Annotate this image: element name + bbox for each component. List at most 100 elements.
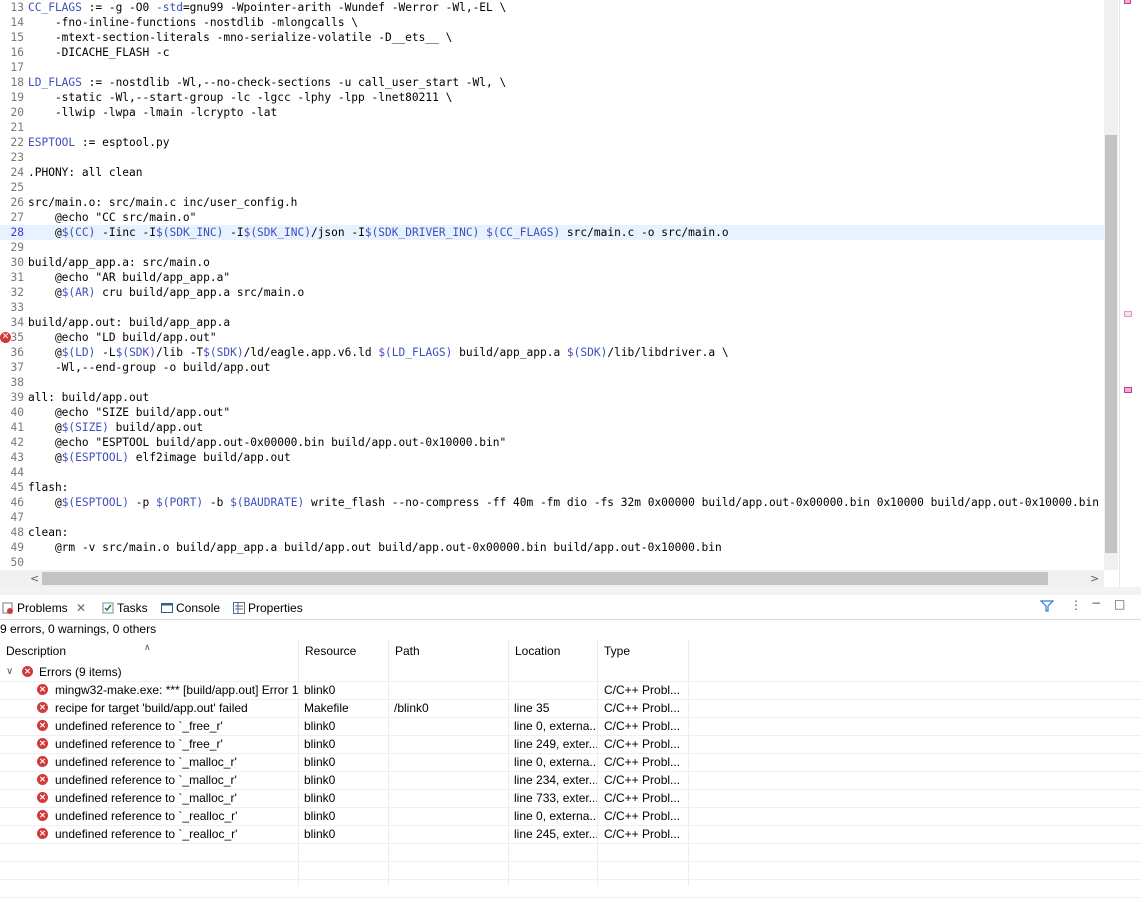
code-line[interactable]: 42 @echo "ESPTOOL build/app.out-0x00000.… [0, 435, 1104, 450]
problems-icon [2, 601, 14, 614]
tab-console[interactable]: Console [161, 599, 220, 617]
expand-chevron-icon[interactable]: ∨ [6, 663, 13, 681]
code-line[interactable]: 50 [0, 555, 1104, 570]
table-row[interactable]: ✕ undefined reference to `_free_r' blink0 l… [0, 735, 1141, 754]
error-icon: ✕ [37, 756, 48, 767]
code-line[interactable]: 21 [0, 120, 1104, 135]
code-editor[interactable]: 13 CC_FLAGS := -g -O0 -std=gnu99 -Wpointe… [0, 0, 1104, 570]
tab-tasks[interactable]: Tasks [102, 599, 148, 617]
column-path[interactable]: Path [389, 639, 509, 663]
editor-horizontal-scroll-thumb[interactable] [42, 572, 1048, 585]
table-row[interactable]: ✕ undefined reference to `_malloc_r' blink… [0, 771, 1141, 790]
line-number: 38 [10, 376, 24, 389]
code-line[interactable]: 44 [0, 465, 1104, 480]
overview-error-marker[interactable] [1124, 0, 1131, 4]
code-line[interactable]: 38 [0, 375, 1104, 390]
resource-cell: blink0 [304, 809, 336, 823]
code-line[interactable]: 14 -fno-inline-functions -nostdlib -mlon… [0, 15, 1104, 30]
path-cell [394, 753, 508, 771]
description-cell: undefined reference to `_malloc_r' [55, 791, 237, 805]
maximize-icon[interactable]: □ [1114, 597, 1125, 611]
properties-icon [233, 601, 245, 614]
code-line[interactable]: 19 -static -Wl,--start-group -lc -lgcc -… [0, 90, 1104, 105]
code-line[interactable]: 49 @rm -v src/main.o build/app_app.a bui… [0, 540, 1104, 555]
line-number: 48 [10, 526, 24, 539]
table-row[interactable]: ✕ undefined reference to `_free_r' blink0 l… [0, 717, 1141, 736]
tab-label: Tasks [117, 601, 148, 615]
console-icon [161, 601, 173, 613]
table-row[interactable]: ✕ undefined reference to `_realloc_r' blin… [0, 825, 1141, 844]
code-line[interactable]: 29 [0, 240, 1104, 255]
code-line[interactable]: 25 [0, 180, 1104, 195]
code-line[interactable]: 20 -llwip -lwpa -lmain -lcrypto -lat [0, 105, 1104, 120]
scroll-left-arrow-icon[interactable]: < [30, 572, 39, 585]
overview-ruler[interactable] [1119, 0, 1141, 590]
code-line[interactable]: 32 @$(AR) cru build/app_app.a src/main.o [0, 285, 1104, 300]
code-text: ESPTOOL := esptool.py [28, 136, 170, 149]
code-line[interactable]: 37 -Wl,--end-group -o build/app.out [0, 360, 1104, 375]
code-line[interactable]: 43 @$(ESPTOOL) elf2image build/app.out [0, 450, 1104, 465]
code-line[interactable]: 40 @echo "SIZE build/app.out" [0, 405, 1104, 420]
code-line[interactable]: 22 ESPTOOL := esptool.py [0, 135, 1104, 150]
editor-vertical-scroll-thumb[interactable] [1105, 135, 1117, 553]
code-line[interactable]: 18 LD_FLAGS := -nostdlib -Wl,--no-check-s… [0, 75, 1104, 90]
table-row[interactable]: ✕ recipe for target 'build/app.out' faile… [0, 699, 1141, 718]
tab-properties[interactable]: Properties [233, 599, 303, 617]
code-line[interactable]: 13 CC_FLAGS := -g -O0 -std=gnu99 -Wpointe… [0, 0, 1104, 15]
code-line[interactable]: 28 @$(CC) -Iinc -I$(SDK_INC) -I$(SDK_INC… [0, 225, 1104, 240]
description-cell: undefined reference to `_realloc_r' [55, 809, 238, 823]
code-line[interactable]: 36 @$(LD) -L$(SDK)/lib -T$(SDK)/ld/eagle… [0, 345, 1104, 360]
table-row[interactable]: ✕ undefined reference to `_malloc_r' blink… [0, 789, 1141, 808]
line-number: 18 [10, 76, 24, 89]
overview-marker[interactable] [1124, 311, 1132, 317]
code-line[interactable]: 33 [0, 300, 1104, 315]
column-description[interactable]: Description ∧ [0, 639, 299, 663]
table-row[interactable]: ✕ undefined reference to `_realloc_r' blin… [0, 807, 1141, 826]
panel-divider[interactable] [0, 587, 1141, 595]
line-number: 25 [10, 181, 24, 194]
close-icon[interactable]: ✕ [76, 601, 86, 615]
table-row[interactable]: ✕ undefined reference to `_malloc_r' blink… [0, 753, 1141, 772]
code-line[interactable]: 41 @$(SIZE) build/app.out [0, 420, 1104, 435]
code-line[interactable]: 34 build/app.out: build/app_app.a [0, 315, 1104, 330]
line-number: 43 [10, 451, 24, 464]
resource-cell: blink0 [304, 737, 336, 751]
table-row[interactable]: ✕ mingw32-make.exe: *** [build/app.out] E… [0, 681, 1141, 700]
column-resource[interactable]: Resource [299, 639, 389, 663]
line-number: 41 [10, 421, 24, 434]
scroll-right-arrow-icon[interactable]: > [1090, 572, 1099, 585]
code-line[interactable]: 27 @echo "CC src/main.o" [0, 210, 1104, 225]
code-line[interactable]: 17 [0, 60, 1104, 75]
code-line[interactable]: 31 @echo "AR build/app_app.a" [0, 270, 1104, 285]
column-location[interactable]: Location [509, 639, 598, 663]
code-line[interactable]: 35 ✕ @echo "LD build/app.out" [0, 330, 1104, 345]
code-line[interactable]: 47 [0, 510, 1104, 525]
code-text: src/main.o: src/main.c inc/user_config.h [28, 196, 298, 209]
code-line[interactable]: 24 .PHONY: all clean [0, 165, 1104, 180]
code-line[interactable]: 16 -DICACHE_FLASH -c [0, 45, 1104, 60]
code-line[interactable]: 39 all: build/app.out [0, 390, 1104, 405]
code-line[interactable]: 26 src/main.o: src/main.c inc/user_config… [0, 195, 1104, 210]
description-cell: undefined reference to `_realloc_r' [55, 827, 238, 841]
view-menu-icon[interactable]: ⋮ [1070, 598, 1082, 612]
error-group-row[interactable]: ∨ ✕ Errors (9 items) [0, 663, 1141, 682]
path-cell [394, 807, 508, 825]
tab-problems[interactable]: Problems ✕ [2, 599, 86, 617]
column-type[interactable]: Type [598, 639, 689, 663]
panel-tab-bar: Problems ✕ Tasks Console Properties ⋮ − … [0, 596, 1141, 619]
code-line[interactable]: 46 @$(ESPTOOL) -p $(PORT) -b $(BAUDRATE)… [0, 495, 1104, 510]
code-text: -fno-inline-functions -nostdlib -mlongca… [28, 16, 359, 29]
group-label: Errors (9 items) [39, 665, 122, 679]
code-line[interactable]: 45 flash: [0, 480, 1104, 495]
description-cell: undefined reference to `_malloc_r' [55, 755, 237, 769]
minimize-icon[interactable]: − [1091, 596, 1101, 610]
code-line[interactable]: 48 clean: [0, 525, 1104, 540]
error-marker-icon[interactable]: ✕ [0, 332, 11, 343]
overview-error-marker[interactable] [1124, 387, 1132, 393]
code-line[interactable]: 23 [0, 150, 1104, 165]
code-line[interactable]: 15 -mtext-section-literals -mno-serializ… [0, 30, 1104, 45]
code-line[interactable]: 30 build/app_app.a: src/main.o [0, 255, 1104, 270]
code-text: build/app_app.a: src/main.o [28, 256, 210, 269]
filter-icon[interactable] [1039, 599, 1055, 616]
resource-cell: Makefile [304, 701, 349, 715]
